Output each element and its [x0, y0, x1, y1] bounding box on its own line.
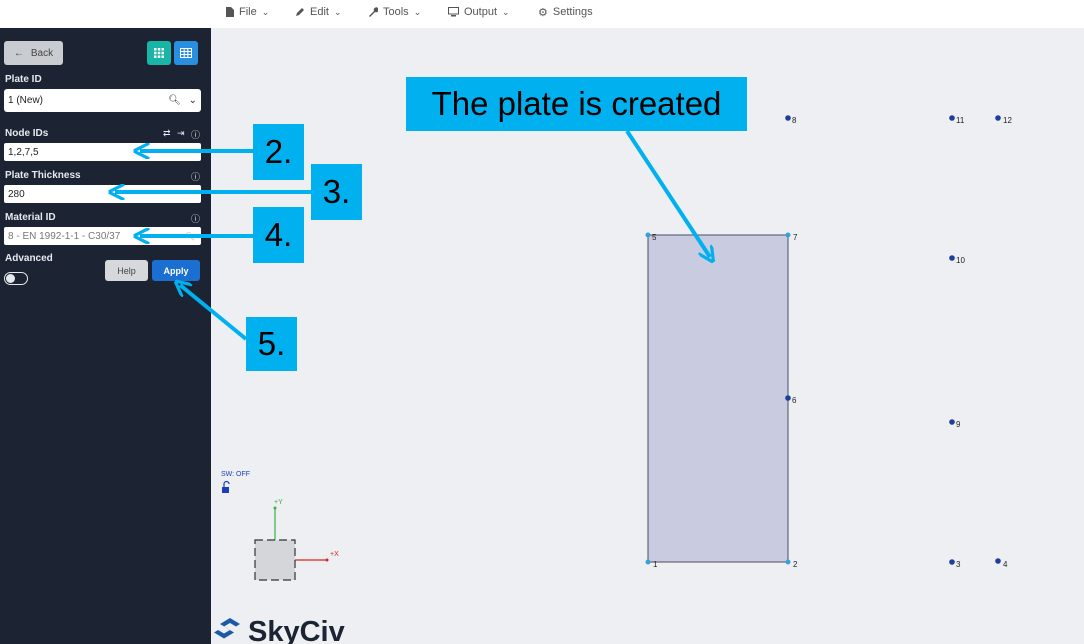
node-ids-label: Node IDs — [5, 128, 49, 139]
file-icon — [226, 7, 234, 17]
node-5[interactable] — [645, 232, 651, 238]
step4-callout: 4. — [253, 207, 304, 263]
node-label: 7 — [793, 233, 798, 242]
axis-indicator: +Y +X — [254, 499, 339, 581]
top-menu-bar: File ⌄ Edit ⌄ Tools ⌄ Output ⌄ ⚙ Setting… — [0, 0, 1084, 28]
help-button[interactable]: Help — [105, 260, 148, 281]
node-7[interactable] — [785, 232, 791, 238]
node-label: 6 — [792, 396, 797, 405]
gear-icon: ⚙ — [538, 6, 548, 19]
node-10[interactable] — [949, 255, 955, 261]
step4-text: 4. — [264, 216, 293, 253]
step3-text: 3. — [322, 173, 351, 210]
plate-created-callout: The plate is created — [406, 77, 747, 131]
menu-file[interactable]: File ⌄ — [226, 4, 269, 20]
menu-output-label: Output — [464, 6, 498, 18]
node-label: 9 — [956, 420, 961, 429]
node-ids-input[interactable]: 1,2,7,5 — [4, 143, 201, 161]
grid-view-button[interactable] — [147, 41, 171, 65]
node-2[interactable] — [785, 559, 791, 565]
chevron-down-icon: ⌄ — [502, 6, 510, 17]
node-6[interactable] — [785, 395, 791, 401]
axis-y-label: +Y — [274, 499, 283, 506]
menu-tools[interactable]: Tools ⌄ — [368, 4, 421, 20]
plate-thickness-value: 280 — [8, 188, 25, 200]
axis-x-label: +X — [330, 551, 339, 558]
chevron-down-icon: ⌄ — [413, 6, 422, 17]
node-label: 12 — [1003, 116, 1012, 125]
sw-status: SW: OFF — [221, 471, 250, 478]
menu-settings-label: Settings — [552, 6, 593, 18]
table-icon — [180, 48, 192, 58]
refresh-icon[interactable]: ⇄ — [163, 128, 171, 139]
sidebar: ← Back Plate ID 1 (New) 🔍︎ ⌄ Node IDs ⇄ … — [0, 28, 211, 644]
logo-text: SkyCiv — [248, 616, 345, 644]
node-label: 4 — [1003, 560, 1008, 569]
node-label: 10 — [956, 256, 965, 265]
node-label: 2 — [793, 560, 798, 569]
material-id-value: 8 - EN 1992-1-1 - C30/37 — [8, 230, 121, 242]
step2-callout: 2. — [253, 124, 304, 180]
node-4[interactable] — [995, 558, 1001, 564]
search-icon: 🔍︎ — [184, 231, 195, 241]
step3-callout: 3. — [311, 164, 362, 220]
node-12[interactable] — [995, 115, 1001, 121]
unlock-icon[interactable] — [222, 480, 230, 493]
grid-icon — [154, 48, 164, 58]
material-id-input[interactable]: 8 - EN 1992-1-1 - C30/37 🔍︎ — [4, 227, 201, 245]
sign-in-icon[interactable]: ⇥ — [177, 128, 185, 139]
chevron-down-icon: ⌄ — [188, 95, 197, 106]
node-label: 5 — [652, 233, 657, 242]
plate-created-text: The plate is created — [431, 85, 722, 122]
node-9[interactable] — [949, 419, 955, 425]
chevron-down-icon: ⌄ — [333, 6, 342, 17]
node-11[interactable] — [949, 115, 955, 121]
plate[interactable] — [647, 234, 789, 563]
back-button[interactable]: ← Back — [4, 41, 63, 65]
node-1[interactable] — [645, 559, 651, 565]
node-3[interactable] — [949, 559, 955, 565]
plate-id-label: Plate ID — [5, 74, 42, 85]
advanced-label: Advanced — [5, 253, 53, 264]
monitor-icon — [448, 7, 459, 17]
info-icon: ⓘ — [191, 214, 201, 224]
help-button-label: Help — [117, 265, 136, 276]
plate-thickness-input[interactable]: 280 — [4, 185, 201, 203]
pencil-icon — [296, 8, 304, 16]
step5-text: 5. — [257, 325, 286, 362]
chevron-down-icon: ⌄ — [261, 6, 270, 17]
apply-button-label: Apply — [163, 265, 189, 276]
material-id-label: Material ID — [5, 212, 56, 223]
step5-callout: 5. — [246, 317, 297, 371]
node-ids-value: 1,2,7,5 — [8, 146, 39, 158]
arrow-left-icon: ← — [13, 47, 24, 59]
node-label: 1 — [653, 560, 658, 569]
search-icon: 🔍︎ — [168, 95, 181, 106]
plate-id-value: 1 (New) — [8, 95, 44, 106]
table-view-button[interactable] — [174, 41, 198, 65]
plate-id-select[interactable]: 1 (New) 🔍︎ ⌄ — [4, 89, 201, 112]
view-cube[interactable] — [254, 539, 296, 581]
menu-settings[interactable]: ⚙ Settings — [538, 4, 593, 20]
info-icon: ⓘ — [191, 172, 201, 182]
back-button-label: Back — [30, 47, 54, 59]
node-label: 8 — [792, 116, 797, 125]
step2-text: 2. — [264, 133, 293, 170]
wrench-icon — [369, 7, 378, 17]
menu-edit[interactable]: Edit ⌄ — [295, 4, 342, 20]
info-icon: ⓘ — [191, 130, 201, 140]
node-label: 3 — [956, 560, 961, 569]
apply-button[interactable]: Apply — [152, 260, 200, 281]
menu-edit-label: Edit — [310, 6, 329, 18]
node-8[interactable] — [785, 115, 791, 121]
menu-tools-label: Tools — [383, 6, 409, 18]
skyciv-logo: SkyCiv — [214, 616, 345, 644]
menu-file-label: File — [239, 6, 257, 18]
node-label: 11 — [956, 116, 965, 125]
plate-thickness-label: Plate Thickness — [5, 170, 81, 181]
advanced-toggle[interactable] — [4, 272, 28, 285]
menu-output[interactable]: Output ⌄ — [448, 4, 510, 20]
